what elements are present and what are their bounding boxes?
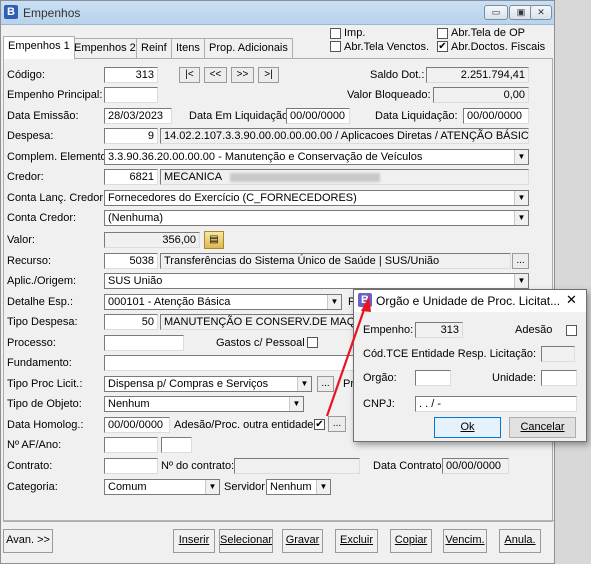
annotation-arrow bbox=[325, 296, 371, 417]
tab-empenhos-1[interactable]: Empenhos 1 bbox=[3, 36, 75, 59]
